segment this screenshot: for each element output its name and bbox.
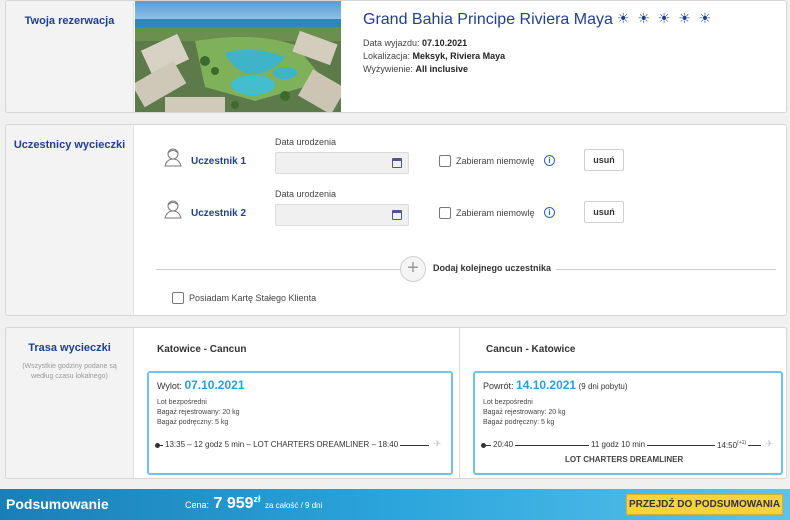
divider xyxy=(556,269,776,270)
reservation-side: Twoja rezerwacja xyxy=(6,1,134,112)
outbound-timeline: 13:35 – 12 godz 5 min – LOT CHARTERS DRE… xyxy=(163,440,401,449)
go-to-summary-button[interactable]: PRZEJDŹ DO PODSUMOWANIA xyxy=(626,494,783,515)
return-carrier: LOT CHARTERS DREAMLINER xyxy=(565,455,684,464)
outbound-leg: Katowice - Cancun Wylot: 07.10.2021 Lot … xyxy=(135,328,459,478)
participant-row: Uczestnik 1 Data urodzenia Zabieram niem… xyxy=(135,125,786,174)
loyalty-label[interactable]: Posiadam Kartę Stałego Klienta xyxy=(189,293,316,303)
hotel-name[interactable]: Grand Bahia Principe Riviera Maya ☀ ☀ ☀ ☀… xyxy=(363,10,713,29)
summary-bar: Podsumowanie Cena: 7 959zł za całość / 9… xyxy=(0,489,790,520)
participant-name: Uczestnik 1 xyxy=(191,156,247,167)
dob-input[interactable] xyxy=(275,152,409,174)
infant-label[interactable]: Zabieram niemowlę xyxy=(456,156,535,166)
plane-icon: ✈ xyxy=(433,439,442,450)
loyalty-checkbox[interactable] xyxy=(172,292,184,304)
dob-label: Data urodzenia xyxy=(275,137,337,147)
infant-checkbox[interactable] xyxy=(439,207,451,219)
return-flight-type: Lot bezpośredni xyxy=(483,399,533,406)
info-icon[interactable]: i xyxy=(544,155,555,166)
reservation-card: Twoja rezerwacja Grand Bahia Principe Ri… xyxy=(5,0,787,113)
return-duration: 11 godz 10 min xyxy=(589,440,648,449)
board-type: Wyżywienie: All inclusive xyxy=(363,64,468,74)
participants-title: Uczestnicy wycieczki xyxy=(13,139,126,151)
reservation-title: Twoja rezerwacja xyxy=(24,15,115,27)
infant-label[interactable]: Zabieram niemowlę xyxy=(456,208,535,218)
route-note: (Wszystkie godziny podane są według czas… xyxy=(22,363,117,380)
remove-participant-button[interactable]: usuń xyxy=(584,149,624,171)
divider xyxy=(156,269,400,270)
summary-title: Podsumowanie xyxy=(6,496,109,512)
outbound-details: Wylot: 07.10.2021 Lot bezpośredni Bagaż … xyxy=(147,371,453,475)
return-leg: Cancun - Katowice Powrót: 14.10.2021 (9 … xyxy=(459,328,786,478)
calendar-icon[interactable] xyxy=(392,210,402,220)
outbound-checked-bag: Bagaż rejestrowany: 20 kg xyxy=(157,409,240,416)
return-arr-time: 14:50(+1) xyxy=(715,440,749,450)
add-participant-button[interactable]: Dodaj kolejnego uczestnika xyxy=(433,263,551,273)
route-card: Trasa wycieczki (Wszystkie godziny podan… xyxy=(5,327,787,479)
route-side: Trasa wycieczki (Wszystkie godziny podan… xyxy=(6,328,134,478)
calendar-icon[interactable] xyxy=(392,158,402,168)
participants-card: Uczestnicy wycieczki Uczestnik 1 Data ur… xyxy=(5,124,787,316)
user-icon xyxy=(164,148,182,167)
participant-row: Uczestnik 2 Data urodzenia Zabieram niem… xyxy=(135,177,786,226)
dob-label: Data urodzenia xyxy=(275,189,337,199)
price: Cena: 7 959zł za całość / 9 dni xyxy=(185,494,323,512)
participants-side: Uczestnicy wycieczki xyxy=(6,125,134,315)
return-date: 14.10.2021 xyxy=(516,378,577,392)
outbound-title: Katowice - Cancun xyxy=(157,344,247,355)
outbound-date: 07.10.2021 xyxy=(184,378,245,392)
participant-name: Uczestnik 2 xyxy=(191,208,247,219)
user-icon xyxy=(164,200,182,219)
hotel-photo xyxy=(135,1,341,112)
outbound-flight-type: Lot bezpośredni xyxy=(157,399,207,406)
return-title: Cancun - Katowice xyxy=(486,344,576,355)
return-details: Powrót: 14.10.2021 (9 dni pobytu) Lot be… xyxy=(473,371,783,475)
remove-participant-button[interactable]: usuń xyxy=(584,201,624,223)
sun-rating-icon: ☀ ☀ ☀ ☀ ☀ xyxy=(616,10,714,26)
price-value: 7 959 xyxy=(213,495,254,512)
add-participant-plus-icon[interactable]: + xyxy=(400,256,426,282)
plane-icon: ✈ xyxy=(765,439,774,450)
dob-input[interactable] xyxy=(275,204,409,226)
route-title: Trasa wycieczki xyxy=(28,342,111,354)
outbound-hand-bag: Bagaż podręczny: 5 kg xyxy=(157,419,229,426)
return-checked-bag: Bagaż rejestrowany: 20 kg xyxy=(483,409,566,416)
outbound-header: Wylot: 07.10.2021 xyxy=(157,378,245,392)
info-icon[interactable]: i xyxy=(544,207,555,218)
return-hand-bag: Bagaż podręczny: 5 kg xyxy=(483,419,555,426)
return-header: Powrót: 14.10.2021 (9 dni pobytu) xyxy=(483,378,628,392)
return-dep-time: 20:40 xyxy=(491,440,516,449)
departure-date: Data wyjazdu: 07.10.2021 xyxy=(363,38,468,48)
infant-checkbox[interactable] xyxy=(439,155,451,167)
location: Lokalizacja: Meksyk, Riviera Maya xyxy=(363,51,506,61)
